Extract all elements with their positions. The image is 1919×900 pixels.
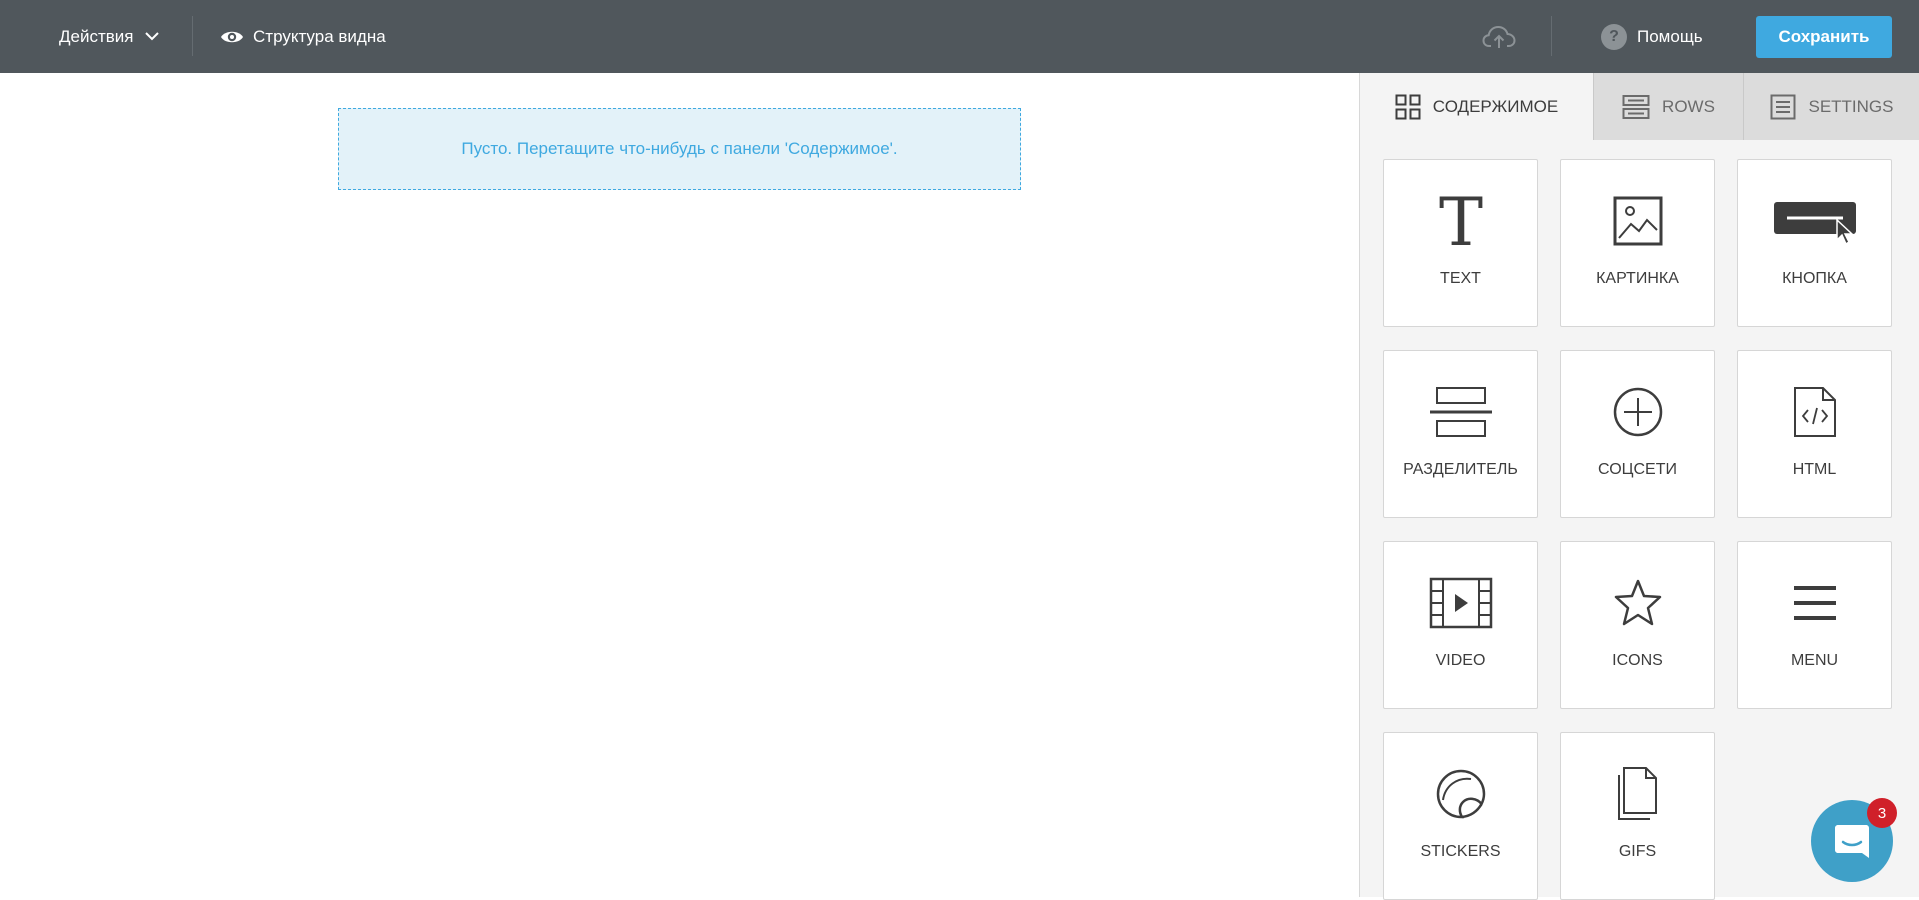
- block-label: РАЗДЕЛИТЕЛЬ: [1403, 461, 1518, 478]
- social-plus-icon: [1561, 381, 1714, 443]
- chat-bubble-icon: [1835, 825, 1869, 858]
- block-html[interactable]: HTML: [1737, 350, 1892, 518]
- top-toolbar: Действия Структура видна ? Помощь Сохран…: [0, 0, 1919, 73]
- grid-icon: [1395, 94, 1421, 119]
- block-label: HTML: [1792, 461, 1837, 478]
- block-social[interactable]: СОЦСЕТИ: [1560, 350, 1715, 518]
- editor-canvas: Пусто. Перетащите что-нибудь с панели 'С…: [0, 73, 1359, 897]
- html-code-icon: [1738, 381, 1891, 443]
- toolbar-divider: [192, 16, 193, 56]
- chat-unread-badge: 3: [1867, 798, 1897, 828]
- block-label: СОЦСЕТИ: [1598, 461, 1677, 478]
- panel-tabs: СОДЕРЖИМОЕ ROWS SETTINGS: [1360, 73, 1919, 140]
- svg-text:T: T: [1438, 193, 1482, 249]
- actions-label: Действия: [59, 26, 134, 46]
- gif-file-icon: [1561, 763, 1714, 825]
- tab-rows-label: ROWS: [1662, 96, 1715, 116]
- block-button[interactable]: КНОПКА: [1737, 159, 1892, 327]
- block-label: КАРТИНКА: [1596, 270, 1679, 287]
- tab-settings-label: SETTINGS: [1808, 96, 1894, 116]
- structure-visibility-toggle[interactable]: Структура видна: [220, 0, 386, 73]
- tab-settings[interactable]: SETTINGS: [1744, 73, 1919, 140]
- rows-icon: [1622, 94, 1650, 119]
- block-stickers[interactable]: STICKERS: [1383, 732, 1538, 900]
- help-question-icon: ?: [1601, 23, 1627, 50]
- block-label: GIFS: [1618, 843, 1657, 860]
- block-label: КНОПКА: [1782, 270, 1847, 287]
- text-icon: T: [1384, 190, 1537, 252]
- block-label: VIDEO: [1435, 652, 1486, 669]
- block-divider[interactable]: РАЗДЕЛИТЕЛЬ: [1383, 350, 1538, 518]
- empty-message: Пусто. Перетащите что-нибудь с панели 'С…: [461, 139, 898, 158]
- cloud-upload-icon: [1482, 25, 1516, 48]
- block-menu[interactable]: MENU: [1737, 541, 1892, 709]
- block-label: MENU: [1790, 652, 1839, 669]
- block-label: TEXT: [1440, 270, 1481, 287]
- tab-content[interactable]: СОДЕРЖИМОЕ: [1360, 73, 1594, 140]
- structure-label: Структура видна: [253, 26, 386, 46]
- settings-doc-icon: [1770, 94, 1796, 119]
- tab-content-label: СОДЕРЖИМОЕ: [1432, 96, 1559, 116]
- cloud-upload-button[interactable]: [1479, 20, 1519, 54]
- tab-rows[interactable]: ROWS: [1594, 73, 1744, 140]
- help-button[interactable]: ? Помощь: [1601, 0, 1703, 73]
- chevron-down-icon: [145, 32, 160, 41]
- save-button[interactable]: Сохранить: [1756, 16, 1892, 58]
- image-icon: [1561, 190, 1714, 252]
- block-video[interactable]: VIDEO: [1383, 541, 1538, 709]
- empty-dropzone[interactable]: Пусто. Перетащите что-нибудь с панели 'С…: [338, 108, 1021, 190]
- sticker-icon: [1384, 763, 1537, 825]
- menu-icon: [1738, 572, 1891, 634]
- video-icon: [1384, 572, 1537, 634]
- divider-icon: [1384, 381, 1537, 443]
- help-label: Помощь: [1637, 26, 1703, 46]
- side-panel: СОДЕРЖИМОЕ ROWS SETTINGS T TEXT КАРТИНКА…: [1359, 73, 1919, 900]
- block-label: ICONS: [1612, 652, 1663, 669]
- block-label: STICKERS: [1420, 843, 1501, 860]
- block-icons[interactable]: ICONS: [1560, 541, 1715, 709]
- block-gifs[interactable]: GIFS: [1560, 732, 1715, 900]
- button-icon: [1738, 190, 1891, 252]
- actions-dropdown[interactable]: Действия: [40, 0, 190, 73]
- star-icon: [1561, 572, 1714, 634]
- toolbar-divider: [1551, 16, 1552, 56]
- block-image[interactable]: КАРТИНКА: [1560, 159, 1715, 327]
- eye-icon: [221, 31, 243, 42]
- block-text[interactable]: T TEXT: [1383, 159, 1538, 327]
